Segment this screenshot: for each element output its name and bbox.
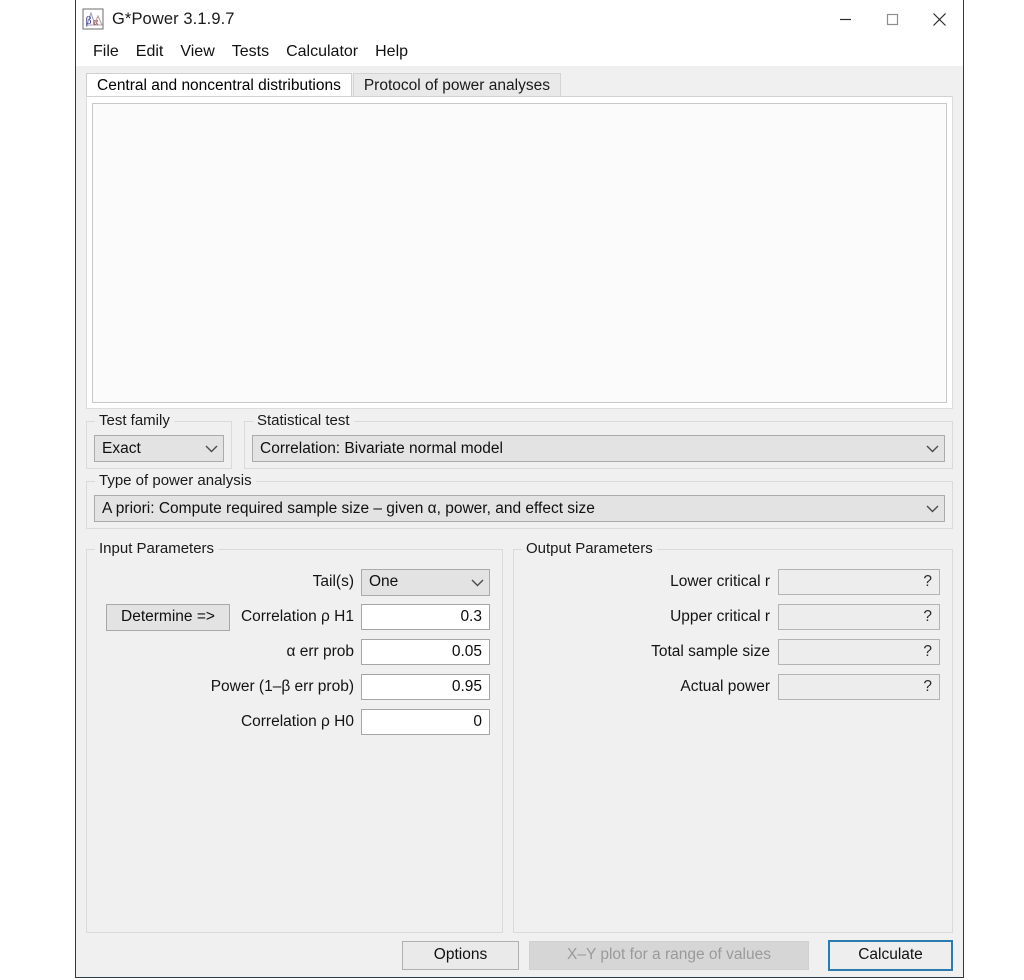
title-bar: β α G*Power 3.1.9.7 <box>76 0 963 38</box>
output-parameters-body: Lower critical r ? Upper critical r ? To… <box>514 550 952 701</box>
alpha-err-prob-input[interactable]: 0.05 <box>361 639 490 665</box>
output-parameters-title: Output Parameters <box>522 540 657 557</box>
input-parameters-body: Tail(s) One Determine => Correlation ρ H… <box>87 550 502 736</box>
tails-value: One <box>369 573 399 590</box>
close-button[interactable] <box>916 0 963 38</box>
calculate-button-label: Calculate <box>858 946 923 963</box>
correlation-rho-h1-value: 0.3 <box>460 608 482 625</box>
tails-label: Tail(s) <box>312 573 354 590</box>
determine-button-label: Determine => <box>121 608 215 625</box>
test-family-title: Test family <box>95 412 174 429</box>
correlation-rho-h0-value: 0 <box>473 713 482 730</box>
alpha-err-prob-label: α err prob <box>286 643 354 660</box>
menu-item-tests[interactable]: Tests <box>224 41 278 63</box>
bottom-button-bar: Options X–Y plot for a range of values C… <box>76 933 963 977</box>
power-analysis-title: Type of power analysis <box>95 472 256 489</box>
correlation-rho-h1-input[interactable]: 0.3 <box>361 604 490 630</box>
test-family-value: Exact <box>102 439 141 457</box>
correlation-rho-h0-input[interactable]: 0 <box>361 709 490 735</box>
total-sample-size-value: ? <box>923 643 932 660</box>
correlation-rho-h0-label: Correlation ρ H0 <box>240 713 354 730</box>
svg-text:α: α <box>93 17 99 28</box>
power-input[interactable]: 0.95 <box>361 674 490 700</box>
tab-label: Protocol of power analyses <box>363 77 550 94</box>
lower-critical-r-output: ? <box>778 569 940 595</box>
chevron-down-icon <box>926 445 939 453</box>
tab-strip: Central and noncentral distributions Pro… <box>76 66 963 96</box>
upper-critical-r-output: ? <box>778 604 940 630</box>
input-row-power: Power (1–β err prob) 0.95 <box>97 673 490 701</box>
menu-item-help[interactable]: Help <box>367 41 417 63</box>
gpower-main-window: β α G*Power 3.1.9.7 File Edit View Tests… <box>75 0 964 978</box>
options-button-label: Options <box>433 946 488 963</box>
chevron-down-icon <box>926 505 939 513</box>
gpower-beta-alpha-icon: β α <box>82 8 104 30</box>
test-family-group: Test family Exact <box>86 412 232 469</box>
menu-item-view[interactable]: View <box>172 41 223 63</box>
test-family-select[interactable]: Exact <box>94 435 224 462</box>
tab-label: Central and noncentral distributions <box>97 77 341 94</box>
upper-critical-r-value: ? <box>923 608 932 625</box>
output-parameters-group: Output Parameters Lower critical r ? Upp… <box>513 540 953 933</box>
input-row-tails: Tail(s) One <box>97 568 490 596</box>
total-sample-size-label: Total sample size <box>651 643 770 660</box>
statistical-test-select[interactable]: Correlation: Bivariate normal model <box>252 435 945 462</box>
maximize-icon <box>886 13 899 25</box>
input-row-alpha-err-prob: α err prob 0.05 <box>97 638 490 666</box>
xy-plot-button-label: X–Y plot for a range of values <box>567 946 771 963</box>
actual-power-value: ? <box>923 678 932 695</box>
menu-item-file[interactable]: File <box>85 41 128 63</box>
window-controls <box>822 0 963 38</box>
menu-item-edit[interactable]: Edit <box>128 41 173 63</box>
output-row-upper-critical-r: Upper critical r ? <box>524 603 940 631</box>
power-label: Power (1–β err prob) <box>210 678 354 695</box>
tails-select[interactable]: One <box>361 568 490 596</box>
statistical-test-title: Statistical test <box>253 412 354 429</box>
output-row-lower-critical-r: Lower critical r ? <box>524 568 940 596</box>
actual-power-output: ? <box>778 674 940 700</box>
input-row-correlation-rho-h1: Determine => Correlation ρ H1 0.3 <box>97 603 490 631</box>
chevron-down-icon <box>471 579 484 586</box>
window-title: G*Power 3.1.9.7 <box>112 9 235 28</box>
actual-power-label: Actual power <box>680 678 770 695</box>
parameters-row: Input Parameters Tail(s) One Determine =… <box>86 540 953 933</box>
minimize-button[interactable] <box>822 0 869 38</box>
output-row-total-sample-size: Total sample size ? <box>524 638 940 666</box>
statistical-test-group: Statistical test Correlation: Bivariate … <box>244 412 953 469</box>
total-sample-size-output: ? <box>778 639 940 665</box>
upper-critical-r-label: Upper critical r <box>670 608 770 625</box>
options-button[interactable]: Options <box>402 940 519 970</box>
minimize-icon <box>840 18 851 20</box>
test-selection-row: Test family Exact Statistical test Corre… <box>86 412 953 469</box>
input-row-correlation-rho-h0: Correlation ρ H0 0 <box>97 708 490 736</box>
alpha-err-prob-value: 0.05 <box>451 643 482 660</box>
tab-central-and-noncentral-distributions[interactable]: Central and noncentral distributions <box>86 73 352 96</box>
power-value: 0.95 <box>451 678 482 695</box>
lower-critical-r-label: Lower critical r <box>670 573 770 590</box>
calculate-button[interactable]: Calculate <box>828 939 953 971</box>
xy-plot-button: X–Y plot for a range of values <box>529 940 809 970</box>
distribution-plot-canvas[interactable] <box>92 103 947 403</box>
correlation-rho-h1-label: Correlation ρ H1 <box>240 608 354 625</box>
close-icon <box>933 12 946 26</box>
lower-critical-r-value: ? <box>923 573 932 590</box>
maximize-button[interactable] <box>869 0 916 38</box>
output-row-actual-power: Actual power ? <box>524 673 940 701</box>
power-analysis-group: Type of power analysis A priori: Compute… <box>86 472 953 529</box>
power-analysis-value: A priori: Compute required sample size –… <box>102 499 595 517</box>
input-parameters-group: Input Parameters Tail(s) One Determine =… <box>86 540 503 933</box>
determine-button[interactable]: Determine => <box>106 603 230 631</box>
distribution-plot-panel <box>86 96 953 409</box>
chevron-down-icon <box>205 445 218 453</box>
svg-text:β: β <box>86 13 92 27</box>
input-parameters-title: Input Parameters <box>95 540 219 557</box>
power-analysis-select[interactable]: A priori: Compute required sample size –… <box>94 495 945 522</box>
statistical-test-value: Correlation: Bivariate normal model <box>260 439 503 457</box>
menu-bar: File Edit View Tests Calculator Help <box>76 38 963 66</box>
menu-item-calculator[interactable]: Calculator <box>278 41 367 63</box>
tab-protocol-of-power-analyses[interactable]: Protocol of power analyses <box>352 73 561 96</box>
